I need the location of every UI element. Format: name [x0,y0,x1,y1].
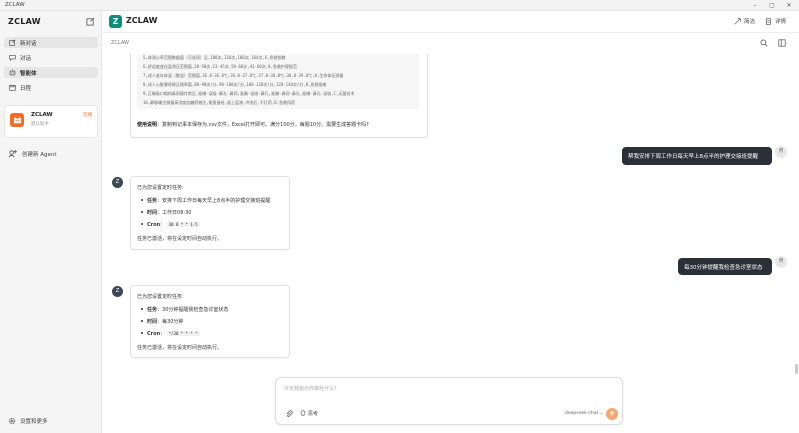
task-label: 任务 [147,307,158,313]
create-agent-label: 创建新 Agent [22,151,57,158]
assistant-message-task: 已为您设置定时任务: 任务：安排下周工作日每天早上8点半的护理交接班提醒 时间：… [130,176,290,250]
usage-note: 使用说明：复制到记事本保存为.csv文件，Excel打开即可。满分100分，每题… [137,121,369,128]
agent-avatar [10,113,24,127]
code-line: 6,舒适度变化监测压范围值,20-50次,23-45次,50-60次,41-60… [143,64,297,69]
task-value: ：安排下周工作日每天早上8点半的护理交接班提醒 [157,198,271,204]
lightbulb-icon [300,410,306,416]
task-footer: 任务已激活，将在设定时间自动执行。 [137,345,223,351]
app-logo: Z [109,15,122,28]
time-value: ：每30分钟 [157,319,184,325]
usage-text: ：复制到记事本保存为.csv文件，Excel打开即可。满分100分，每题10分。… [157,122,369,128]
user-message: 帮我安排下周工作日每天早上8点半的护理交接班提醒 [622,147,772,165]
cron-label: Cron [147,222,161,228]
cat-icon [13,116,21,123]
task-footer: 任务已激活，将在设定时间自动执行。 [137,236,223,242]
sidebar-item-label: 对话 [20,55,32,62]
usage-label: 使用说明 [137,122,158,128]
sidebar-item-new-chat[interactable]: 新对话 [4,37,98,48]
assistant-message-task: 已为您设置定时任务: 任务：30分钟提醒我检查急诊室状态 时间：每30分钟 Cr… [130,285,290,358]
simple-view-label: 简洁 [744,19,756,25]
expand-icon[interactable] [778,39,786,47]
sidebar-item-agents[interactable]: 智能体 [4,67,98,78]
arrow-up-icon [609,411,615,417]
cron-value: 30 8 * * 1-5 [166,222,200,227]
agent-add-icon [8,149,17,158]
simple-view-button[interactable]: 简洁 [734,17,755,25]
sidebar-item-label: 日程 [20,85,32,92]
model-selector[interactable]: deepseek-chat ⌄ [565,411,603,416]
sidebar-item-chat[interactable]: 对话 [4,52,98,63]
detail-view-label: 详情 [775,19,787,25]
assistant-message-csv: 5,体测心率范围数据值（可选项）至,100次,110次,100次,104次,6,… [130,54,428,138]
chat-icon [9,55,16,61]
model-name: deepseek-chat [565,411,599,416]
task-intro: 已为您设置定时任务: [137,185,184,191]
think-toggle[interactable]: 思考 [300,410,318,417]
calendar-icon [9,84,16,91]
app-header: Z ZCLAW 简洁 详情 [103,11,799,33]
assistant-avatar: Z [112,286,123,297]
document-icon [766,17,771,25]
agent-status-badge: 在线 [83,113,92,118]
user-message: 每30分钟提醒我检查急诊室状态 [678,258,772,275]
settings-button[interactable]: 设置和更多 [8,417,48,425]
agent-subtitle: 默认助手 [31,122,49,127]
app-title: ZCLAW [126,16,158,25]
sidebar-item-label: 智能体 [20,70,37,77]
user-avatar: 用 [775,146,787,158]
time-value: ：工作日08:30 [157,210,192,216]
window-titlebar: ZCLAW – ▢ ✕ [0,0,799,11]
chat-input-box: 今天我能为你做些什么？ 思考 deepseek-chat ⌄ [275,377,623,425]
task-label: 任务 [147,198,158,204]
gear-icon [8,417,16,425]
window-title: ZCLAW [5,2,25,8]
cron-item: Cron： */30 * * * * [141,331,200,337]
edit-icon [9,39,16,46]
cron-item: Cron： 30 8 * * 1-5 [141,222,200,228]
time-label: 时间 [147,319,158,325]
chevron-down-icon: ⌄ [599,411,604,416]
settings-label: 设置和更多 [20,419,48,425]
code-line: 5,体测心率范围数据值（可选项）至,100次,110次,100次,104次,6,… [143,55,286,60]
conversation-area: 5,体测心率范围数据值（可选项）至,100次,110次,100次,104次,6,… [103,54,799,374]
scrollbar-thumb[interactable] [795,364,798,374]
bot-icon [9,69,16,76]
close-window-button[interactable]: ✕ [782,1,796,10]
think-label: 思考 [308,411,319,417]
cron-value: */30 * * * * [166,331,200,336]
code-line: 7,成人老年体温（腋温）范围值,36.0-36.8℃,36.0-37.0℃,37… [143,73,344,78]
time-item: 时间：工作日08:30 [140,209,192,216]
time-label: 时间 [147,210,158,216]
send-button[interactable] [606,408,618,420]
task-item: 任务：30分钟提醒我检查急诊室状态 [140,306,229,313]
code-line: 8,成人心脏骤停按压频率值,80-90次/分,90-100次/分,100-120… [143,82,327,87]
code-line: 10,静脉输注微量高浓度血糖药物注,能直接给,留上层液,冲洗后,不打药,B,急救… [143,100,296,105]
paperclip-icon[interactable] [285,410,293,418]
conversation-title: ZCLAW [111,40,129,46]
sidebar-item-schedule[interactable]: 日程 [4,82,98,93]
search-icon[interactable] [760,39,768,47]
collapse-icon [734,17,741,25]
assistant-avatar: Z [112,177,123,188]
minimize-button[interactable]: – [748,1,762,10]
message-input[interactable]: 今天我能为你做些什么？ [284,385,339,392]
detail-view-button[interactable]: 详情 [765,17,786,25]
agent-card[interactable]: ZCLAW 默认助手 在线 [4,105,98,138]
code-line: 9,正确吸口咽的鼻饲操作常见,准确-误吸-鼻孔-鼻饲,准确-误吸-鼻孔,准确-鼻… [143,91,355,96]
maximize-button[interactable]: ▢ [765,1,779,10]
chat-subheader: ZCLAW [103,34,799,54]
task-intro: 已为您设置定时任务: [137,294,184,300]
cron-label: Cron [147,331,161,337]
compose-icon[interactable] [86,17,95,26]
agent-name: ZCLAW [31,112,53,118]
user-avatar: 用 [775,256,787,268]
create-agent-button[interactable]: 创建新 Agent [8,149,57,158]
brand-name: ZCLAW [8,17,41,26]
sidebar: ZCLAW 新对话 对话 智能体 日程 ZCLAW 默认助手 在线 创建新 Ag… [0,11,102,433]
code-block: 5,体测心率范围数据值（可选项）至,100次,110次,100次,104次,6,… [137,54,419,109]
task-item: 任务：安排下周工作日每天早上8点半的护理交接班提醒 [140,197,271,204]
time-item: 时间：每30分钟 [140,318,184,325]
task-value: ：30分钟提醒我检查急诊室状态 [157,307,229,313]
sidebar-item-label: 新对话 [20,40,37,47]
